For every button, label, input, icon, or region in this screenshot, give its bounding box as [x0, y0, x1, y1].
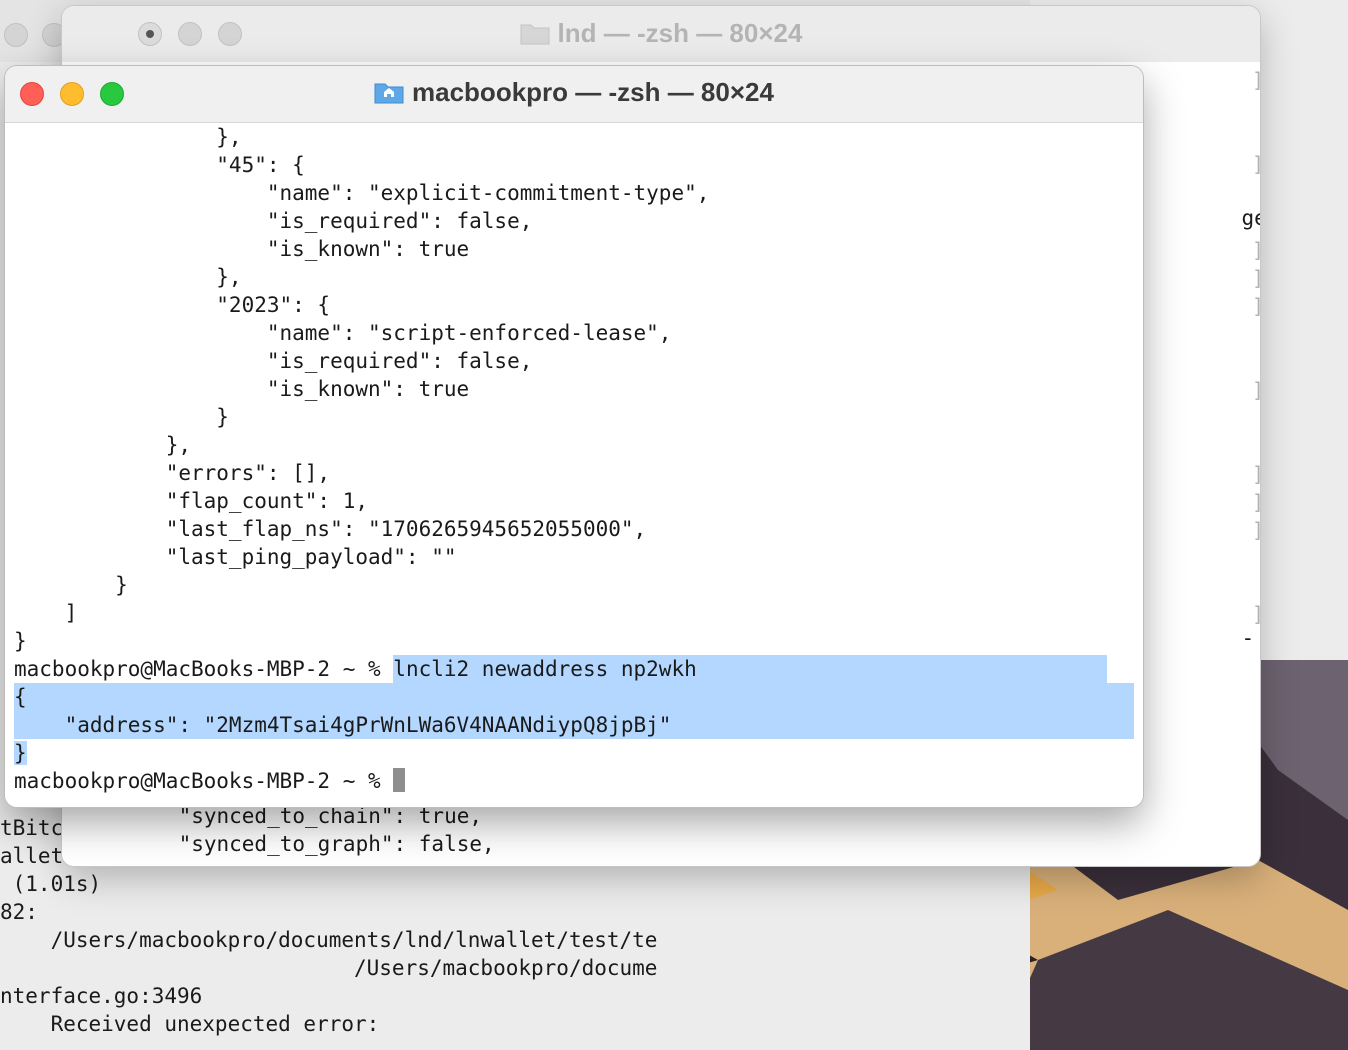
scroll-marker: ] [1252, 602, 1260, 626]
scroll-marker: ] [1252, 68, 1260, 92]
active-prompt-line[interactable]: macbookpro@MacBooks-MBP-2 ~ % [14, 767, 1134, 795]
output-address-line: "address": "2Mzm4Tsai4gPrWnLWa6V4NAANdiy… [14, 711, 1134, 739]
terminal-line: "last_ping_payload": "" [14, 545, 457, 569]
lnd-window-title: lnd — -zsh — 80×24 [62, 18, 1260, 49]
scroll-marker: ] [1252, 462, 1260, 486]
command-line: macbookpro@MacBooks-MBP-2 ~ % lncli2 new… [14, 655, 1134, 683]
scroll-marker: ] [1252, 152, 1260, 176]
terminal-line: "name": "script-enforced-lease", [14, 321, 672, 345]
terminal-window-front[interactable]: macbookpro — -zsh — 80×24 }, "45": { "na… [5, 66, 1143, 807]
front-window-titlebar[interactable]: macbookpro — -zsh — 80×24 [5, 66, 1143, 123]
back-fragment-1: tBitc [0, 816, 64, 840]
output-open-brace: { [14, 683, 1134, 711]
back-close-button[interactable] [4, 23, 28, 47]
terminal-line: }, [14, 433, 192, 457]
front-window-title: macbookpro — -zsh — 80×24 [5, 77, 1143, 108]
terminal-line: "flap_count": 1, [14, 489, 369, 513]
terminal-line: "45": { [14, 153, 305, 177]
terminal-line: } [14, 629, 27, 653]
shell-prompt: macbookpro@MacBooks-MBP-2 ~ % [14, 657, 394, 681]
lnd-window-titlebar[interactable]: lnd — -zsh — 80×24 [62, 6, 1260, 63]
back-line: 82: [0, 900, 38, 924]
terminal-line: } [14, 405, 229, 429]
active-shell-prompt: macbookpro@MacBooks-MBP-2 ~ % [14, 769, 394, 793]
front-window-title-text: macbookpro — -zsh — 80×24 [412, 77, 774, 107]
back-line: /Users/macbookpro/docume [0, 956, 658, 980]
back-fragment-2: allet [0, 844, 64, 868]
terminal-line: ] [14, 601, 78, 625]
scroll-marker: ] [1252, 266, 1260, 290]
lnd-window-title-text: lnd — -zsh — 80×24 [557, 18, 803, 48]
lnd-visible-text-getinfo: getinfo [1241, 206, 1260, 230]
terminal-line: }, [14, 265, 242, 289]
output-close-line: } [14, 739, 1134, 767]
scroll-marker: ] [1252, 490, 1260, 514]
lnd-line-synced-graph: "synced_to_graph": false, [128, 832, 495, 856]
terminal-line: } [14, 573, 128, 597]
terminal-line: "2023": { [14, 293, 331, 317]
back-line: nterface.go:3496 [0, 984, 203, 1008]
terminal-line: "is_required": false, [14, 349, 533, 373]
lnd-visible-text-use: - use a [1241, 626, 1255, 650]
terminal-content[interactable]: }, "45": { "name": "explicit-commitment-… [5, 123, 1143, 807]
scroll-marker: ] [1252, 238, 1260, 262]
output-close-brace: } [14, 741, 27, 765]
terminal-line: "last_flap_ns": "1706265945652055000", [14, 517, 647, 541]
terminal-line: "errors": [], [14, 461, 331, 485]
terminal-line: }, [14, 125, 242, 149]
back-line: (1.01s) [0, 872, 102, 896]
text-cursor [393, 768, 406, 792]
back-line: Received unexpected error: [0, 1012, 380, 1036]
scroll-marker: ] [1252, 294, 1260, 318]
terminal-line: "name": "explicit-commitment-type", [14, 181, 710, 205]
scroll-marker: ] [1252, 518, 1260, 542]
back-line: /Users/macbookpro/documents/lnd/lnwallet… [0, 928, 658, 952]
command-text: lncli2 newaddress np2wkh [393, 655, 1108, 683]
terminal-line: "is_required": false, [14, 209, 533, 233]
scroll-marker: ] [1252, 378, 1260, 402]
folder-icon [520, 24, 550, 45]
home-folder-icon [374, 83, 404, 104]
terminal-line: "is_known": true [14, 237, 470, 261]
terminal-line: "is_known": true [14, 377, 470, 401]
